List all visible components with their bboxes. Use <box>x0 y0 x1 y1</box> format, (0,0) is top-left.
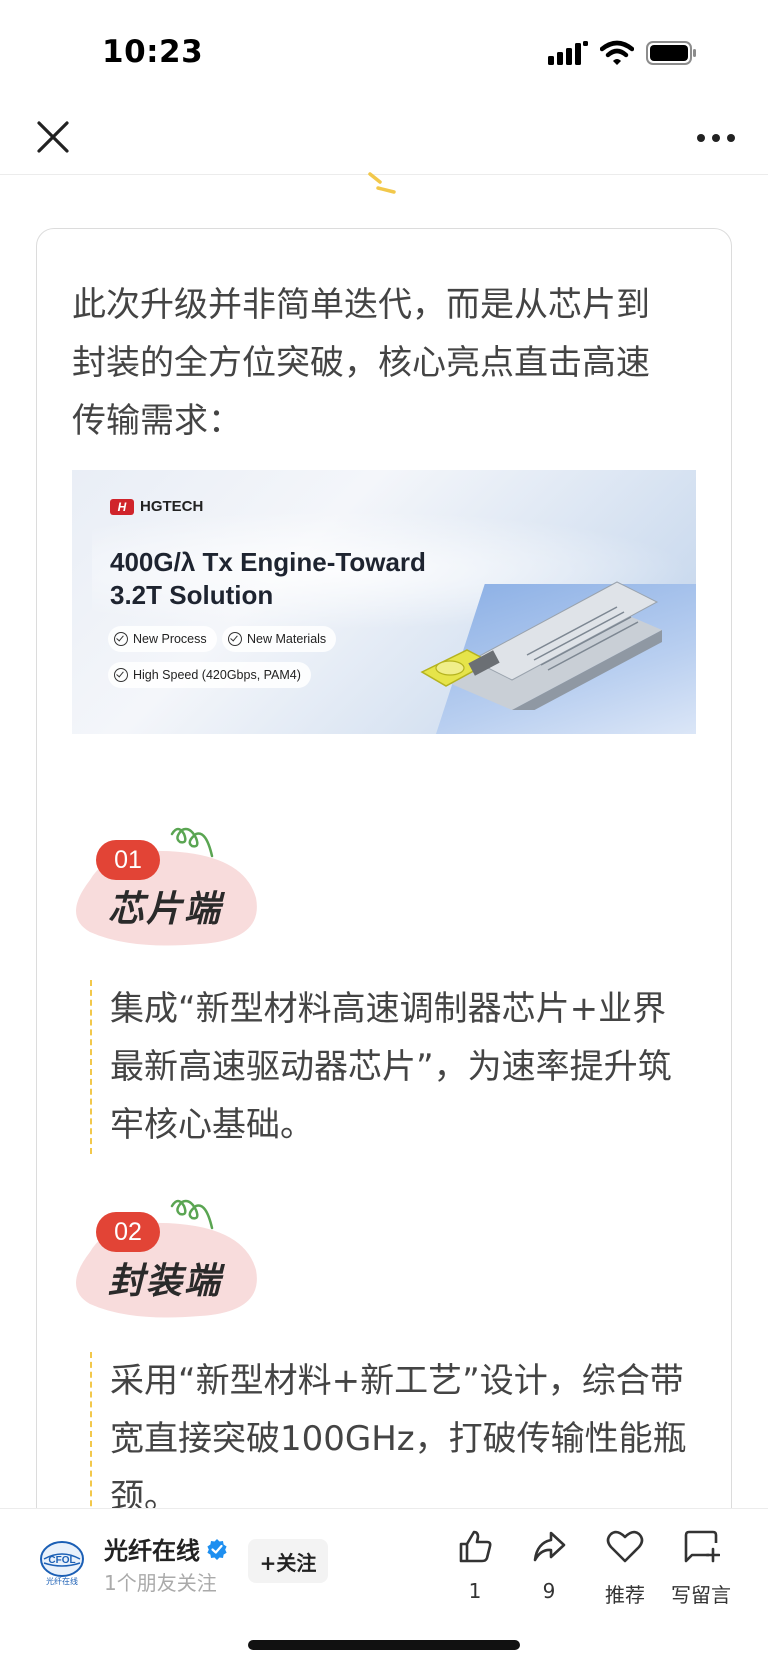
like-count: 1 <box>468 1579 482 1603</box>
thumbs-up-icon <box>459 1530 492 1563</box>
banner-brand: H HGTECH <box>110 498 203 515</box>
section-heading-02: 02 封装端 <box>70 1198 270 1328</box>
account-name[interactable]: 光纤在线 <box>104 1531 228 1566</box>
section-title: 封装端 <box>108 1261 223 1302</box>
check-circle-icon <box>114 632 128 646</box>
section-body-01: 集成“新型材料高速调制器芯片+业界最新高速驱动器芯片”，为速率提升筑牢核心基础。 <box>90 980 700 1154</box>
banner-brand-text: HGTECH <box>140 498 204 515</box>
optical-module-illustration <box>420 581 662 710</box>
recommend-button[interactable]: 推荐 <box>590 1527 660 1608</box>
comment-icon <box>684 1530 720 1563</box>
share-icon <box>533 1531 566 1562</box>
section-number-badge: 01 <box>96 840 160 880</box>
product-banner-image[interactable]: H HGTECH 400G/λ Tx Engine-Toward 3.2T So… <box>72 470 696 734</box>
status-bar: 10:23 <box>0 0 768 104</box>
wifi-icon <box>600 40 634 65</box>
recommend-label: 推荐 <box>605 1583 645 1607</box>
write-comment-label: 写留言 <box>671 1583 731 1607</box>
close-icon <box>37 121 69 153</box>
intro-paragraph: 此次升级并非简单迭代，而是从芯片到封装的全方位突破，核心亮点直击高速传输需求： <box>72 285 650 441</box>
banner-pill-new-materials: New Materials <box>222 626 337 652</box>
hgtech-logo-icon: H <box>110 498 134 515</box>
section-body-02: 采用“新型材料+新工艺”设计，综合带宽直接突破100GHz，打破传输性能瓶颈。 <box>90 1352 700 1526</box>
logo-caption: 光纤在线 <box>46 1576 78 1586</box>
like-button[interactable]: 1 <box>440 1527 510 1603</box>
share-count: 9 <box>542 1579 556 1603</box>
heart-icon <box>606 1530 644 1563</box>
banner-pill-label: High Speed (420Gbps, PAM4) <box>133 668 301 682</box>
write-comment-button[interactable]: 写留言 <box>666 1527 736 1608</box>
home-indicator <box>248 1640 520 1650</box>
verified-badge-icon <box>207 1538 227 1560</box>
status-icons <box>548 40 698 66</box>
cellular-signal-icon <box>548 41 588 65</box>
banner-pill-new-process: New Process <box>108 626 217 652</box>
share-button[interactable]: 9 <box>514 1527 584 1603</box>
status-time: 10:23 <box>102 34 204 70</box>
check-circle-icon <box>114 668 128 682</box>
nav-bar <box>0 104 768 175</box>
section-heading-01: 01 芯片端 <box>70 826 270 956</box>
decorative-squiggle <box>368 172 396 194</box>
close-button[interactable] <box>30 114 76 160</box>
section-number-badge: 02 <box>96 1212 160 1252</box>
more-dots-icon <box>697 134 735 142</box>
banner-pill-label: New Process <box>133 632 207 646</box>
section-title: 芯片端 <box>108 889 223 930</box>
vine-decoration-icon <box>170 1199 214 1230</box>
banner-pill-label: New Materials <box>247 632 327 646</box>
battery-icon <box>646 41 696 65</box>
more-options-button[interactable] <box>692 116 740 160</box>
vine-decoration-icon <box>170 827 214 858</box>
check-circle-icon <box>228 632 242 646</box>
logo-text: CFOL <box>48 1555 75 1566</box>
follow-button[interactable]: +关注 <box>248 1539 328 1583</box>
banner-pill-high-speed: High Speed (420Gbps, PAM4) <box>108 662 311 688</box>
account-name-text: 光纤在线 <box>104 1537 200 1565</box>
account-followers-text: 1个朋友关注 <box>104 1571 217 1595</box>
account-avatar[interactable]: CFOL 光纤在线 <box>38 1539 86 1587</box>
